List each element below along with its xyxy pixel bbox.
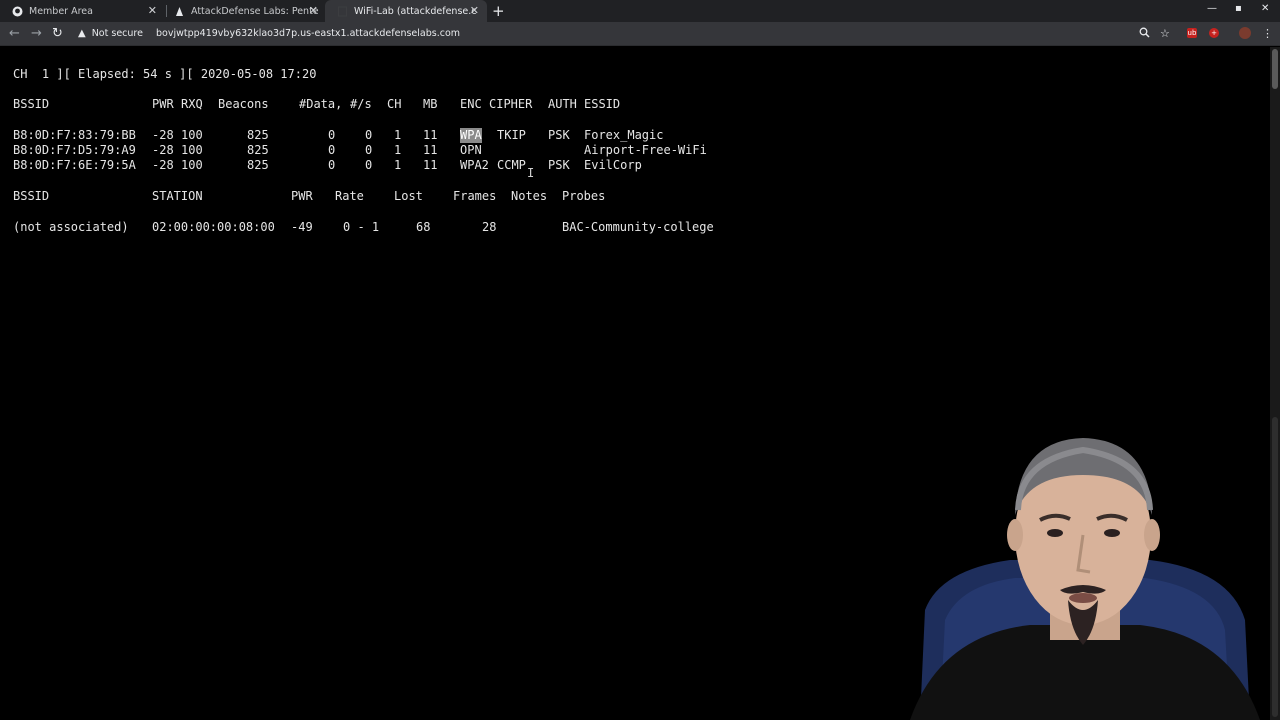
ap-row-2-rate: 0 [365,143,373,157]
tab-title: Member Area [29,5,93,17]
zoom-icon[interactable] [1139,27,1150,41]
ap-row-2-beacons: 825 [247,143,269,157]
back-arrow-icon[interactable]: ← [9,26,20,41]
ap-row-2-rxq: 100 [181,143,203,157]
ap-row-3-cipher: CCMP [497,158,526,172]
forward-arrow-icon[interactable]: → [31,26,42,41]
bookmark-star-icon[interactable]: ☆ [1160,27,1170,40]
minimize-icon[interactable]: — [1207,3,1217,14]
scrollbar-thumb[interactable] [1272,49,1278,89]
security-indicator[interactable]: ▲ Not secure [78,28,143,39]
scrollbar[interactable] [1270,47,1280,720]
ap-row-3-rxq: 100 [181,158,203,172]
presenter-webcam-overlay [900,420,1270,720]
tab-title: AttackDefense Labs: Pente [191,5,319,17]
close-tab-icon[interactable]: ✕ [470,4,479,17]
station-header-notes: Notes [511,189,548,203]
ap-row-2-ch: 1 [394,143,402,157]
ap-row-3-enc: WPA2 [460,158,489,172]
ap-row-1-mb: 11 [423,128,438,142]
ap-row-3-rate: 0 [365,158,373,172]
station-header-probes: Probes [562,189,606,203]
maximize-icon[interactable]: ▪ [1235,3,1242,14]
close-tab-icon[interactable]: ✕ [148,4,157,17]
attackdefense-icon [174,6,185,17]
airodump-status-line: CH 1 ][ Elapsed: 54 s ][ 2020-05-08 17:2… [13,67,317,81]
ap-row-1-rxq: 100 [181,128,203,142]
station-header-bssid: BSSID [13,189,50,203]
ap-header-pwr: PWR [152,97,174,111]
extension-icon[interactable]: + [1209,28,1219,38]
tab-wifi-lab[interactable]: WiFi-Lab (attackdefense.c ✕ [325,0,487,22]
github-icon [12,6,23,17]
station-row-1-rate: 0 - 1 [343,220,380,234]
browser-toolbar: ← → ↻ ▲ Not secure bovjwtpp419vby632klao… [0,22,1280,46]
ap-row-2-mb: 11 [423,143,438,157]
ap-header-essid: ESSID [584,97,621,111]
ap-row-3-pwr: -28 [152,158,174,172]
ap-row-2-essid: Airport-Free-WiFi [584,143,707,157]
station-row-1-probes: BAC-Community-college [562,220,714,234]
ap-header-bssid: BSSID [13,97,50,111]
station-row-1-station: 02:00:00:00:08:00 [152,220,275,234]
station-row-1-lost: 68 [416,220,431,234]
ap-header-beacons: Beacons [218,97,269,111]
ap-header-data: #Data, [299,97,343,111]
scrollbar-track-shadow [1272,417,1278,717]
ap-row-2-enc: OPN [460,143,482,157]
tab-member-area[interactable]: Member Area ✕ [0,0,165,22]
ap-row-1-bssid: B8:0D:F7:83:79:BB [13,128,136,142]
ap-row-3-mb: 11 [423,158,438,172]
tab-bar: Member Area ✕ AttackDefense Labs: Pente … [0,0,1280,22]
address-bar[interactable]: bovjwtpp419vby632klao3d7p.us-eastx1.atta… [156,28,460,39]
profile-avatar[interactable] [1239,27,1251,39]
station-header-frames: Frames [453,189,497,203]
ap-row-1-enc-selected[interactable]: WPA [460,128,482,143]
ap-row-3-auth: PSK [548,158,570,172]
ap-row-1-ch: 1 [394,128,402,142]
station-row-1-pwr: -49 [291,220,313,234]
station-header-rate: Rate [335,189,364,203]
security-label: Not secure [91,28,143,39]
ap-row-2-bssid: B8:0D:F7:D5:79:A9 [13,143,136,157]
ap-row-3-beacons: 825 [247,158,269,172]
ap-row-2-data: 0 [328,143,336,157]
ap-header-rate: #/s [350,97,372,111]
tab-title: WiFi-Lab (attackdefense.c [354,5,477,17]
ublock-extension-icon[interactable]: ub [1187,28,1197,38]
ap-header-ch: CH [387,97,402,111]
station-header-station: STATION [152,189,203,203]
text-cursor-icon: I [527,166,535,180]
ap-row-1-cipher: TKIP [497,128,526,142]
station-row-1-bssid: (not associated) [13,220,129,234]
ap-header-rxq: RXQ [181,97,203,111]
page-icon [337,6,348,17]
station-row-1-frames: 28 [482,220,497,234]
close-tab-icon[interactable]: ✕ [309,4,318,17]
ap-row-3-bssid: B8:0D:F7:6E:79:5A [13,158,136,172]
warning-icon: ▲ [78,28,86,39]
station-header-pwr: PWR [291,189,313,203]
tab-attackdefense-labs[interactable]: AttackDefense Labs: Pente ✕ [162,0,326,22]
ap-row-1-data: 0 [328,128,336,142]
ap-header-enc: ENC [460,97,482,111]
ap-header-mb: MB [423,97,438,111]
ap-row-1-pwr: -28 [152,128,174,142]
ap-row-3-data: 0 [328,158,336,172]
ap-row-2-pwr: -28 [152,143,174,157]
ap-row-3-ch: 1 [394,158,402,172]
ap-row-1-rate: 0 [365,128,373,142]
ap-row-1-essid: Forex_Magic [584,128,664,142]
ap-row-3-essid: EvilCorp [584,158,642,172]
new-tab-button[interactable]: + [492,2,505,20]
ap-row-1-beacons: 825 [247,128,269,142]
ap-row-1-auth: PSK [548,128,570,142]
menu-kebab-icon[interactable]: ⋮ [1262,27,1273,40]
close-window-icon[interactable]: ✕ [1261,3,1269,14]
ap-header-cipher: CIPHER [489,97,533,111]
station-header-lost: Lost [394,189,423,203]
ap-header-auth: AUTH [548,97,577,111]
reload-icon[interactable]: ↻ [52,26,63,41]
